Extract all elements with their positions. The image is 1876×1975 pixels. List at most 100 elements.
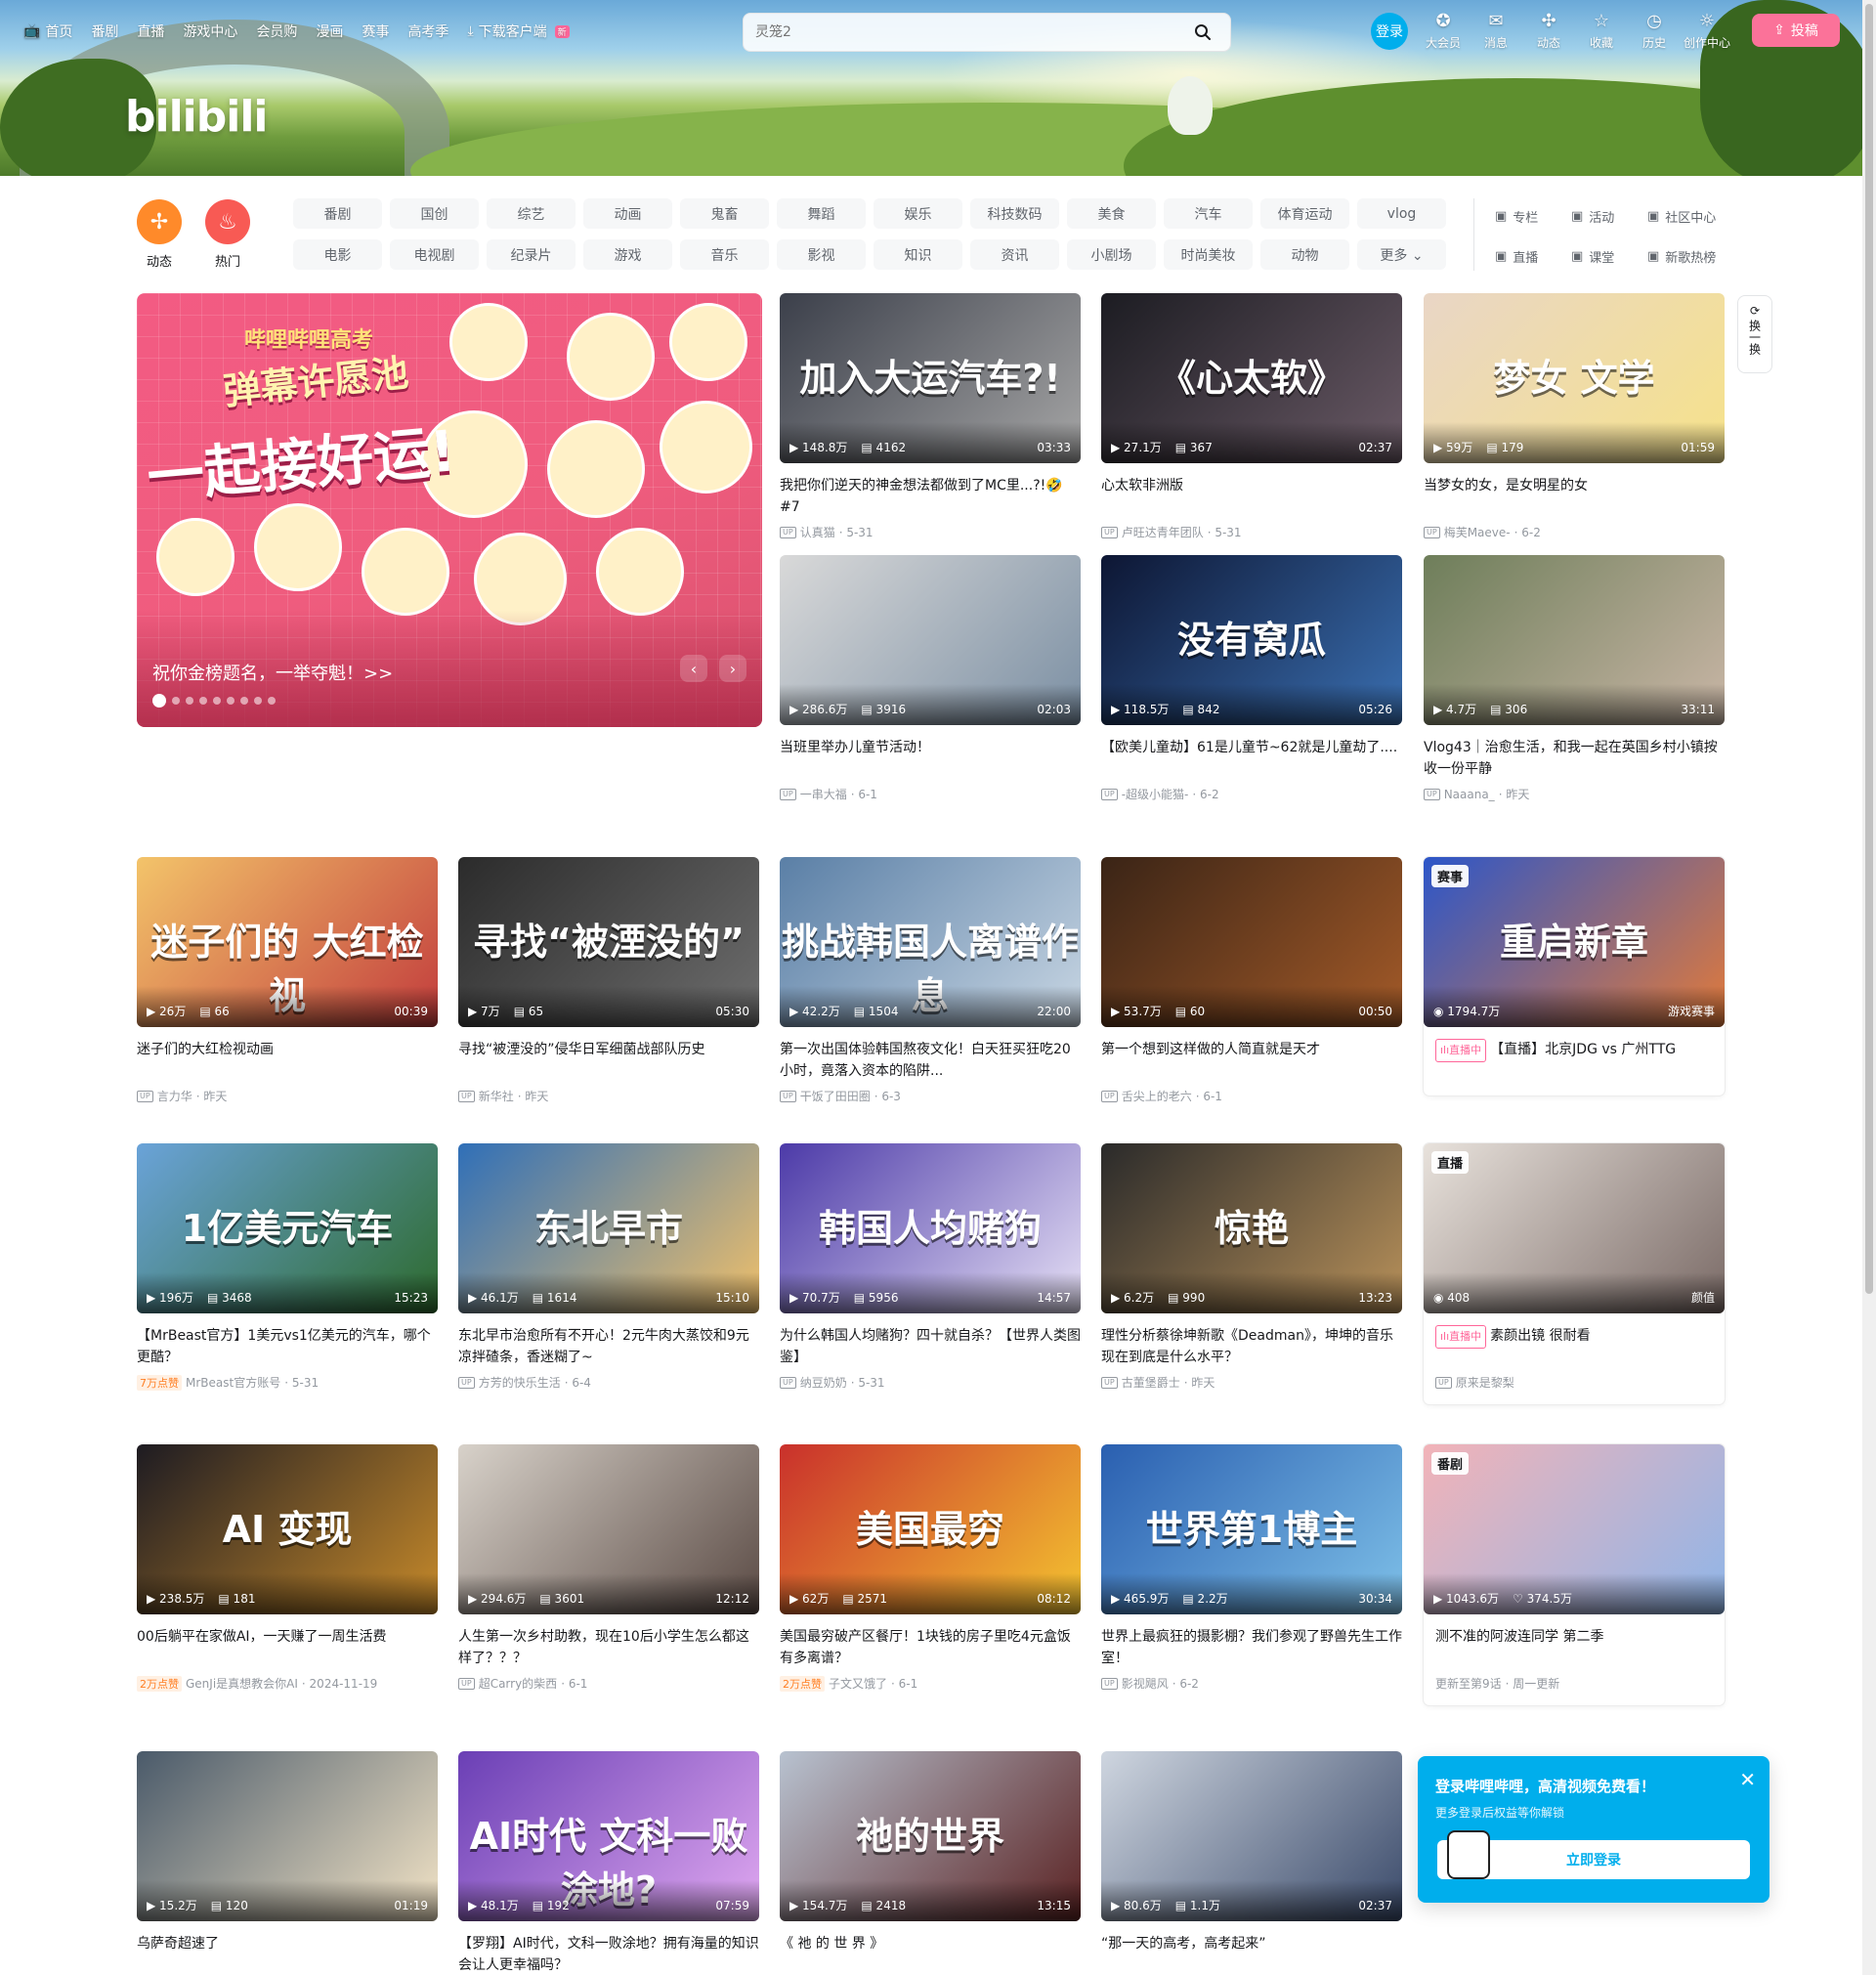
video-thumbnail[interactable]: 1亿美元汽车 ▶ 196万 ▤ 3468 15:23 [137,1143,438,1313]
episode-progress[interactable]: 更新至第9话 [1435,1675,1502,1692]
video-thumbnail[interactable]: 梦女 文学 ▶ 59万 ▤ 179 01:59 [1424,293,1725,463]
channel-tag[interactable]: 电视剧 [390,239,479,270]
channel-tag[interactable]: 娱乐 [874,198,962,229]
carousel-dot[interactable] [268,697,276,705]
channel-tag[interactable]: 美食 [1067,198,1156,229]
video-title[interactable]: 迷子们的大红检视动画 [137,1039,438,1082]
video-card[interactable]: ▶ 4.7万 ▤ 306 33:11 Vlog43｜治愈生活，和我一起在英国乡村小镇按… [1424,555,1725,802]
video-card[interactable]: 1亿美元汽车 ▶ 196万 ▤ 3468 15:23 【MrBeast官方】1美元vs1… [137,1143,438,1391]
video-title[interactable]: 第一个想到这样做的人简直就是天才 [1101,1039,1402,1082]
video-thumbnail[interactable]: ▶ 53.7万 ▤ 60 00:50 [1101,857,1402,1027]
video-title[interactable]: 第一次出国体验韩国熬夜文化！白天狂买狂吃20小时，竟落入资本的陷阱... [780,1039,1081,1082]
video-title[interactable]: 【MrBeast官方】1美元vs1亿美元的汽车，哪个更酷？ [137,1325,438,1368]
video-card[interactable]: 重启新章 赛事 ◉ 1794.7万 游戏赛事 ılı直播中 【直播】北京JDG vs 广州… [1424,857,1725,1095]
entry-favorites[interactable]: ☆ 收藏 [1575,12,1628,51]
video-title[interactable]: 《 祂 的 世 界 》 [780,1933,1081,1975]
uploader-name[interactable]: 梅芙Maeve- [1444,524,1511,540]
channel-tag[interactable]: 动画 [583,198,672,229]
nav-match[interactable]: 赛事 [362,21,389,41]
video-thumbnail[interactable]: 重启新章 赛事 ◉ 1794.7万 游戏赛事 [1424,857,1725,1027]
uploader-name[interactable]: 干饭了田田圈 [800,1088,871,1104]
channel-tag[interactable]: 动物 [1260,239,1349,270]
channel-tag[interactable]: 影视 [777,239,866,270]
video-title[interactable]: 我把你们逆天的神金想法都做到了MC里...?!🤣 #7 [780,475,1081,518]
video-thumbnail[interactable]: 直播 ◉ 408 颜值 [1424,1143,1725,1313]
nav-live[interactable]: 直播 [137,21,164,41]
video-thumbnail[interactable]: AI时代 文科一败涂地?▶ 48.1万▤ 19207:59 [458,1751,759,1921]
channel-tag[interactable]: 汽车 [1164,198,1253,229]
video-title[interactable]: 寻找“被湮没的”侵华日军细菌战部队历史 [458,1039,759,1082]
video-card[interactable]: 迷子们的 大红检视▶ 26万▤ 6600:39迷子们的大红检视动画UP言力华 ·… [137,857,438,1104]
close-icon[interactable]: ✕ [1739,1768,1756,1791]
video-title[interactable]: 为什么韩国人均赌狗？四十就自杀？【世界人类图鉴】 [780,1325,1081,1368]
channel-tag[interactable]: 体育运动 [1260,198,1349,229]
video-thumbnail[interactable]: AI 变现 ▶ 238.5万 ▤ 181 [137,1444,438,1614]
channel-tag[interactable]: 更多 ⌄ [1357,239,1446,270]
video-thumbnail[interactable]: 迷子们的 大红检视▶ 26万▤ 6600:39 [137,857,438,1027]
video-thumbnail[interactable]: ▶ 4.7万 ▤ 306 33:11 [1424,555,1725,725]
uploader-name[interactable]: 原来是黎梨 [1456,1374,1514,1391]
video-thumbnail[interactable]: ▶ 294.6万 ▤ 3601 12:12 [458,1444,759,1614]
search-button[interactable] [1187,17,1218,48]
video-card[interactable]: 惊艳 ▶ 6.2万 ▤ 990 13:23 理性分析蔡徐坤新歌《Deadman》，坤坤的… [1101,1143,1402,1391]
video-title[interactable]: 心太软非洲版 [1101,475,1402,518]
uploader-name[interactable]: Naaana_ [1444,788,1495,801]
entry-history[interactable]: ◷ 历史 [1628,12,1681,51]
hot-channel-button[interactable]: ♨ [205,199,250,244]
login-avatar-button[interactable]: 登录 [1371,13,1408,50]
channel-link[interactable]: ▣ 课堂 [1571,241,1647,271]
carousel-dot[interactable] [172,697,180,705]
video-thumbnail[interactable]: 没有窝瓜 ▶ 118.5万 ▤ 842 05:26 [1101,555,1402,725]
channel-tag[interactable]: 国创 [390,198,479,229]
channel-link[interactable]: ▣ 直播 [1495,241,1571,271]
uploader-name[interactable]: 方芳的快乐生活 [479,1374,561,1391]
entry-dynamic[interactable]: ✣ 动态 [1522,12,1575,51]
bilibili-logo[interactable]: bilibili [125,92,268,142]
video-title[interactable]: 世界上最疯狂的摄影棚？我们参观了野兽先生工作室！ [1101,1626,1402,1669]
video-thumbnail[interactable]: 韩国人均赌狗 ▶ 70.7万 ▤ 5956 14:57 [780,1143,1081,1313]
video-thumbnail[interactable]: 祂的世界 ▶ 154.7万 ▤ 2418 13:15 [780,1751,1081,1921]
video-card[interactable]: 《心太软》 ▶ 27.1万 ▤ 367 02:37 心太软非洲版 UP 卢旺达青年团队 · … [1101,293,1402,540]
video-title[interactable]: “那一天的高考，高考起来” [1101,1933,1402,1975]
channel-tag[interactable]: 纪录片 [487,239,576,270]
channel-tag[interactable]: 时尚美妆 [1164,239,1253,270]
video-title[interactable]: 人生第一次乡村助教，现在10后小学生怎么都这样了？？？ [458,1626,759,1669]
carousel-dot[interactable] [186,697,193,705]
video-card[interactable]: ▶ 53.7万 ▤ 60 00:50 第一个想到这样做的人简直就是天才 UP 舌尖上的老六… [1101,857,1402,1104]
channel-link[interactable]: ▣ 新歌热榜 [1647,241,1755,271]
video-title[interactable]: 东北早市治愈所有不开心！2元牛肉大蒸饺和9元凉拌碴条，香迷糊了~ [458,1325,759,1368]
entry-vip[interactable]: ✪ 大会员 [1417,12,1470,51]
nav-mall[interactable]: 会员购 [256,21,297,41]
upload-button[interactable]: ⇪ 投稿 [1752,14,1840,47]
channel-tag[interactable]: 电影 [293,239,382,270]
video-thumbnail[interactable]: 美国最穷 ▶ 62万 ▤ 2571 08:12 [780,1444,1081,1614]
carousel-dot[interactable] [240,697,248,705]
channel-tag[interactable]: 小剧场 [1067,239,1156,270]
video-thumbnail[interactable]: 东北早市 ▶ 46.1万 ▤ 1614 15:10 [458,1143,759,1313]
video-thumbnail[interactable]: 加入大运汽车?! ▶ 148.8万 ▤ 4162 03:33 [780,293,1081,463]
video-title[interactable]: 测不准的阿波连同学 第二季 [1424,1626,1725,1669]
dynamic-channel-button[interactable]: ✢ [137,199,182,244]
video-title[interactable]: 【罗翔】AI时代，文科一败涂地？拥有海量的知识会让人更幸福吗？ [458,1933,759,1975]
video-card[interactable]: AI 变现 ▶ 238.5万 ▤ 181 00后躺平在家做AI，一天赚了一周生活费 2万… [137,1444,438,1692]
entry-creator-center[interactable]: ☼ 创作中心 [1681,12,1733,51]
carousel-prev-button[interactable]: ‹ [680,655,707,682]
channel-tag[interactable]: 知识 [874,239,962,270]
carousel-caption[interactable]: 祝你金榜题名，一举夺魁！>> [152,660,393,685]
channel-tag[interactable]: 音乐 [680,239,769,270]
uploader-name[interactable]: 纳豆奶奶 [800,1374,847,1391]
video-title[interactable]: ılı直播中 素颜出镜 很耐看 [1424,1325,1725,1368]
video-title[interactable]: 【欧美儿童劫】61是儿童节~62就是儿童劫了.... [1101,737,1402,780]
channel-tag[interactable]: 资讯 [970,239,1059,270]
channel-tag[interactable]: vlog [1357,198,1446,229]
entry-message[interactable]: ✉ 消息 [1470,12,1522,51]
video-card[interactable]: 祂的世界 ▶ 154.7万 ▤ 2418 13:15 《 祂 的 世 界 》 [780,1751,1081,1975]
video-title[interactable]: ılı直播中 【直播】北京JDG vs 广州TTG [1424,1039,1725,1082]
uploader-name[interactable]: 一串大福 [800,786,847,802]
video-card[interactable]: ▶ 294.6万 ▤ 3601 12:12 人生第一次乡村助教，现在10后小学生怎么都… [458,1444,759,1692]
video-title[interactable]: 00后躺平在家做AI，一天赚了一周生活费 [137,1626,438,1669]
channel-tag[interactable]: 鬼畜 [680,198,769,229]
uploader-name[interactable]: 言力华 [157,1088,192,1104]
video-thumbnail[interactable]: 《心太软》 ▶ 27.1万 ▤ 367 02:37 [1101,293,1402,463]
video-thumbnail[interactable]: ▶ 15.2万 ▤ 120 01:19 [137,1751,438,1921]
